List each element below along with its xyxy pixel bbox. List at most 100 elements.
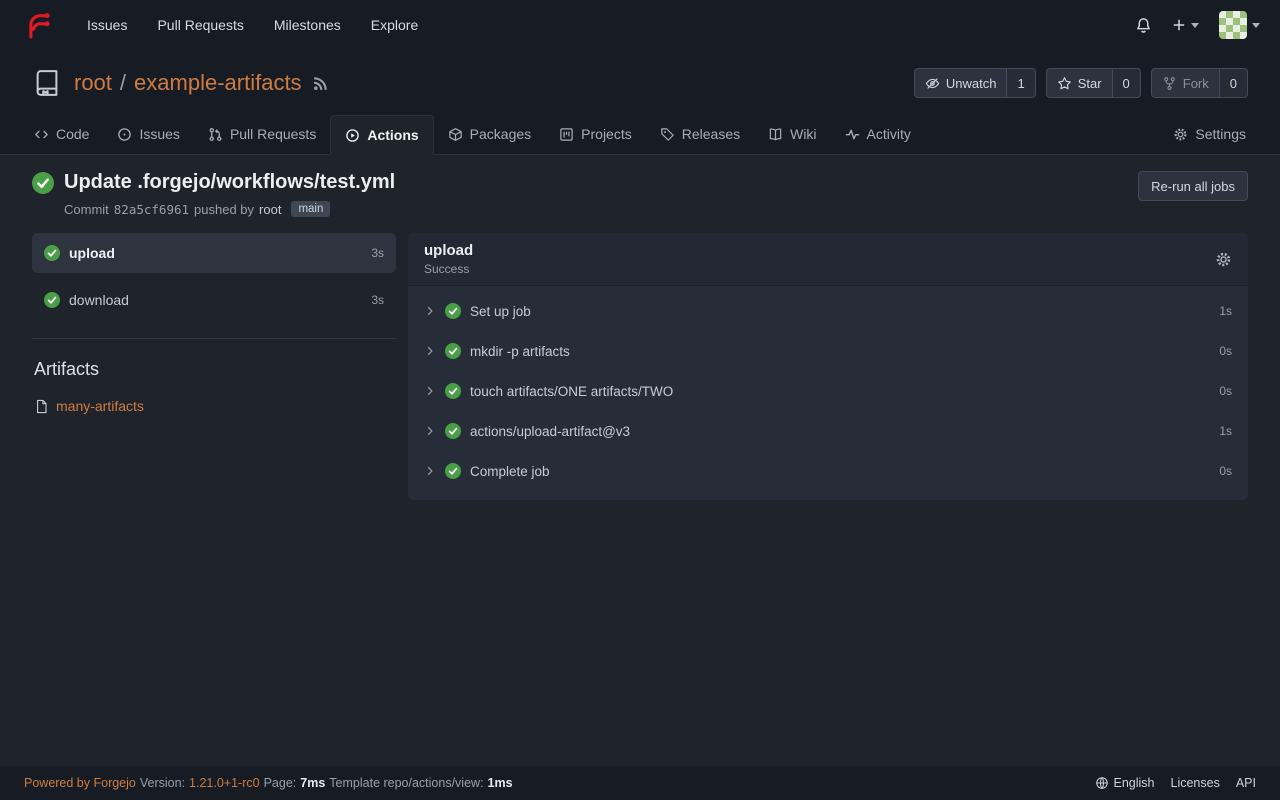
top-navbar: Issues Pull Requests Milestones Explore <box>0 0 1280 50</box>
branch-badge[interactable]: main <box>291 201 330 217</box>
version-link[interactable]: 1.21.0+1-rc0 <box>189 776 260 790</box>
job-detail-panel: upload Success Set up job 1s mkdir -p <box>408 233 1248 500</box>
run-commit-info: Commit 82a5cf6961 pushed by root main <box>64 201 395 217</box>
step-duration: 0s <box>1219 344 1232 358</box>
chevron-right-icon <box>424 305 436 317</box>
run-title: Update .forgejo/workflows/test.yml <box>64 171 395 194</box>
job-item-upload[interactable]: upload 3s <box>32 233 396 273</box>
nav-link-pull-requests[interactable]: Pull Requests <box>142 0 258 50</box>
star-button-group: Star 0 <box>1046 68 1141 98</box>
artifact-link-many-artifacts[interactable]: many-artifacts <box>34 398 396 414</box>
tab-releases[interactable]: Releases <box>646 114 754 154</box>
success-check-icon <box>445 463 461 479</box>
success-check-icon <box>445 423 461 439</box>
step-row-complete-job[interactable]: Complete job 0s <box>408 451 1248 491</box>
step-label: touch artifacts/ONE artifacts/TWO <box>470 384 673 399</box>
fork-icon <box>1162 76 1177 91</box>
step-label: actions/upload-artifact@v3 <box>470 424 630 439</box>
nav-link-explore[interactable]: Explore <box>356 0 433 50</box>
chevron-right-icon <box>424 385 436 397</box>
tab-pull-requests[interactable]: Pull Requests <box>194 114 330 154</box>
unwatch-button[interactable]: Unwatch <box>914 68 1008 98</box>
watch-button-group: Unwatch 1 <box>914 68 1036 98</box>
job-status-text: Success <box>424 262 473 276</box>
tab-wiki[interactable]: Wiki <box>754 114 830 154</box>
watch-count[interactable]: 1 <box>1007 68 1035 98</box>
navbar-right <box>1135 11 1260 39</box>
page-time-label: Page: <box>264 776 297 790</box>
repo-icon <box>32 68 62 98</box>
licenses-link[interactable]: Licenses <box>1171 776 1220 790</box>
plus-icon <box>1172 18 1186 32</box>
navbar-links: Issues Pull Requests Milestones Explore <box>72 0 433 50</box>
globe-icon <box>1095 776 1109 790</box>
step-label: mkdir -p artifacts <box>470 344 570 359</box>
job-duration: 3s <box>371 246 384 260</box>
tab-issues[interactable]: Issues <box>103 114 193 154</box>
job-options-gear-icon[interactable] <box>1215 251 1232 268</box>
artifacts-heading: Artifacts <box>34 359 396 380</box>
job-name: upload <box>69 245 115 261</box>
template-time-label: Template repo/actions/view: <box>329 776 483 790</box>
success-check-icon <box>445 383 461 399</box>
language-selector[interactable]: English <box>1095 776 1155 790</box>
page-time-value: 7ms <box>300 776 325 790</box>
user-avatar <box>1219 11 1247 39</box>
repo-header: root / example-artifacts Unwatch <box>0 50 1280 155</box>
tab-activity[interactable]: Activity <box>831 114 925 154</box>
job-detail-header: upload Success <box>408 233 1248 286</box>
file-icon <box>34 399 49 414</box>
job-item-download[interactable]: download 3s <box>32 280 396 320</box>
book-icon <box>768 127 783 142</box>
step-row-setup-job[interactable]: Set up job 1s <box>408 291 1248 331</box>
step-duration: 1s <box>1219 304 1232 318</box>
breadcrumb-separator: / <box>120 70 126 96</box>
step-row-upload-artifact[interactable]: actions/upload-artifact@v3 1s <box>408 411 1248 451</box>
powered-by-link[interactable]: Powered by Forgejo <box>24 776 136 790</box>
tab-code[interactable]: Code <box>20 114 103 154</box>
pull-request-icon <box>208 127 223 142</box>
success-check-icon <box>44 245 60 261</box>
commit-author-link[interactable]: root <box>259 202 281 217</box>
api-link[interactable]: API <box>1236 776 1256 790</box>
notifications-bell-icon[interactable] <box>1135 17 1152 34</box>
divider <box>32 338 396 339</box>
forgejo-logo-icon[interactable] <box>24 10 54 40</box>
chevron-right-icon <box>424 345 436 357</box>
package-icon <box>448 127 463 142</box>
create-new-menu[interactable] <box>1172 18 1199 32</box>
chevron-right-icon <box>424 465 436 477</box>
repo-breadcrumb: root / example-artifacts <box>74 70 302 96</box>
eye-slash-icon <box>925 76 940 91</box>
tab-actions[interactable]: Actions <box>330 115 433 155</box>
user-menu[interactable] <box>1219 11 1260 39</box>
tag-icon <box>660 127 675 142</box>
tab-packages[interactable]: Packages <box>434 114 545 154</box>
nav-link-milestones[interactable]: Milestones <box>259 0 356 50</box>
repo-name-link[interactable]: example-artifacts <box>134 70 302 96</box>
project-board-icon <box>559 127 574 142</box>
step-label: Set up job <box>470 304 531 319</box>
commit-sha-link[interactable]: 82a5cf6961 <box>114 202 189 217</box>
rerun-all-jobs-button[interactable]: Re-run all jobs <box>1138 171 1248 201</box>
tab-settings[interactable]: Settings <box>1159 114 1260 154</box>
chevron-down-icon <box>1252 23 1260 28</box>
gear-icon <box>1173 127 1188 142</box>
fork-count[interactable]: 0 <box>1220 68 1248 98</box>
repo-tabs: Code Issues Pull Requests Actions Packag… <box>0 114 1280 155</box>
pulse-icon <box>845 127 860 142</box>
step-duration: 0s <box>1219 384 1232 398</box>
star-count[interactable]: 0 <box>1113 68 1141 98</box>
job-name: download <box>69 292 129 308</box>
job-detail-name: upload <box>424 242 473 259</box>
nav-link-issues[interactable]: Issues <box>72 0 142 50</box>
star-button[interactable]: Star <box>1046 68 1113 98</box>
step-duration: 1s <box>1219 424 1232 438</box>
step-row-touch[interactable]: touch artifacts/ONE artifacts/TWO 0s <box>408 371 1248 411</box>
repo-owner-link[interactable]: root <box>74 70 112 96</box>
rss-icon[interactable] <box>312 75 329 92</box>
success-check-icon <box>445 303 461 319</box>
fork-button[interactable]: Fork <box>1151 68 1220 98</box>
step-row-mkdir[interactable]: mkdir -p artifacts 0s <box>408 331 1248 371</box>
tab-projects[interactable]: Projects <box>545 114 646 154</box>
